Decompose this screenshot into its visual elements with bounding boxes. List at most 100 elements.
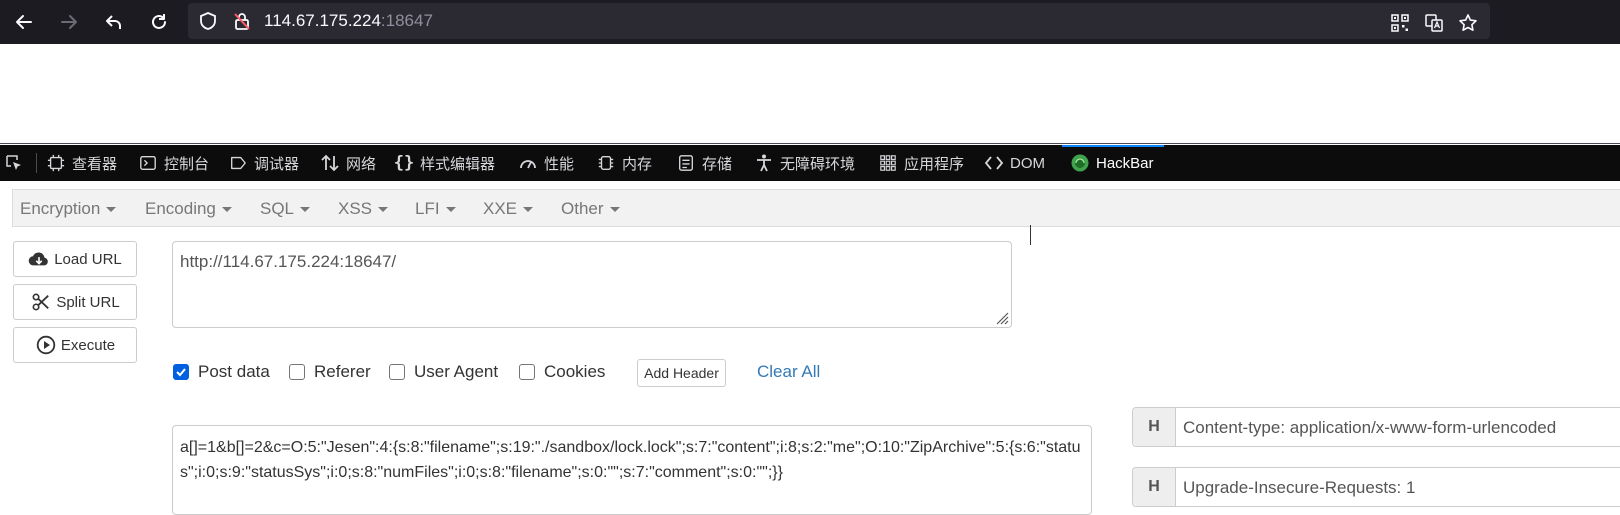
- cloud-download-icon: [28, 249, 50, 269]
- undo-icon: [106, 15, 121, 29]
- checkbox-checked[interactable]: [173, 364, 189, 380]
- hackbar-menu: Encryption Encoding SQL XSS LFI XXE Othe…: [12, 189, 1620, 227]
- arrow-left-icon: [16, 15, 32, 29]
- url-host: 114.67.175.224: [264, 11, 381, 30]
- dom-icon: [984, 153, 1004, 173]
- menu-sql[interactable]: SQL: [260, 199, 311, 219]
- console-icon: [138, 153, 158, 173]
- tab-storage[interactable]: 存储: [676, 145, 732, 181]
- bookmark-star-icon[interactable]: [1456, 11, 1480, 35]
- inspector-icon: [46, 153, 66, 173]
- memory-icon: [596, 153, 616, 173]
- menu-xss[interactable]: XSS: [338, 199, 389, 219]
- checkbox-label: Post data: [198, 362, 270, 381]
- button-label: Execute: [60, 336, 116, 354]
- caret-down-icon: [378, 207, 389, 213]
- user-agent-checkbox[interactable]: User Agent: [389, 362, 498, 382]
- url-text[interactable]: 114.67.175.224:18647: [264, 11, 433, 31]
- tab-label: 控制台: [164, 155, 210, 173]
- checkbox-unchecked[interactable]: [289, 364, 305, 380]
- checkbox-unchecked[interactable]: [389, 364, 405, 380]
- tab-performance[interactable]: 性能: [518, 145, 574, 181]
- element-picker-button[interactable]: [4, 145, 30, 181]
- post-data-checkbox[interactable]: Post data: [173, 362, 270, 382]
- tab-dom[interactable]: DOM: [984, 145, 1045, 181]
- post-data-value: a[]=1&b[]=2&c=O:5:"Jesen":4:{s:8:"filena…: [180, 439, 1081, 481]
- split-url-button[interactable]: Split URL: [13, 284, 137, 320]
- performance-icon: [518, 153, 538, 173]
- caret-down-icon: [445, 207, 456, 213]
- menu-label: Encoding: [145, 199, 216, 218]
- tab-label: 存储: [702, 155, 733, 173]
- checkbox-label: User Agent: [414, 362, 499, 381]
- execute-button[interactable]: Execute: [13, 327, 137, 363]
- checkbox-unchecked[interactable]: [519, 364, 535, 380]
- referer-checkbox[interactable]: Referer: [289, 362, 371, 382]
- menu-lfi[interactable]: LFI: [415, 199, 456, 219]
- checkmark-icon: [176, 368, 186, 377]
- caret-down-icon: [106, 207, 117, 213]
- tab-accessibility[interactable]: 无障碍环境: [754, 145, 855, 181]
- load-url-button[interactable]: Load URL: [13, 241, 137, 277]
- caret-down-icon: [609, 207, 620, 213]
- resize-grip-icon[interactable]: [993, 309, 1009, 325]
- tab-style-editor[interactable]: {} 样式编辑器: [394, 145, 495, 181]
- reload-button[interactable]: [145, 8, 173, 36]
- url-input[interactable]: http://114.67.175.224:18647/: [172, 241, 1012, 328]
- tab-label: DOM: [1010, 154, 1045, 172]
- shield-icon[interactable]: [198, 11, 218, 31]
- tab-debugger[interactable]: 调试器: [228, 145, 299, 181]
- cookies-checkbox[interactable]: Cookies: [519, 362, 605, 382]
- header-row[interactable]: H Upgrade-Insecure-Requests: 1: [1132, 467, 1620, 507]
- hackbar-icon: [1070, 153, 1090, 173]
- tab-label: 无障碍环境: [780, 155, 856, 173]
- tab-network[interactable]: 网络: [320, 145, 376, 181]
- back-button[interactable]: [10, 8, 38, 36]
- menu-label: SQL: [260, 199, 295, 218]
- play-circle-icon: [35, 335, 57, 355]
- header-value[interactable]: Upgrade-Insecure-Requests: 1: [1183, 478, 1415, 498]
- header-type-button[interactable]: H: [1133, 408, 1176, 446]
- page-content: [0, 44, 1620, 144]
- header-row[interactable]: H Content-type: application/x-www-form-u…: [1132, 407, 1620, 447]
- tab-label: 性能: [544, 155, 575, 173]
- url-port: :18647: [380, 11, 433, 30]
- menu-label: LFI: [415, 199, 440, 218]
- menu-encryption[interactable]: Encryption: [20, 199, 117, 219]
- button-label: Load URL: [54, 250, 122, 268]
- network-icon: [320, 153, 340, 173]
- tab-memory[interactable]: 内存: [596, 145, 652, 181]
- link-label: Clear All: [757, 362, 821, 381]
- caret-down-icon: [300, 207, 311, 213]
- menu-encoding[interactable]: Encoding: [145, 199, 232, 219]
- tab-label: 应用程序: [904, 155, 965, 173]
- header-type-button[interactable]: H: [1133, 468, 1176, 506]
- insecure-lock-icon[interactable]: [232, 11, 252, 31]
- header-value[interactable]: Content-type: application/x-www-form-url…: [1183, 418, 1556, 438]
- add-header-button[interactable]: Add Header: [637, 359, 726, 387]
- storage-icon: [676, 153, 696, 173]
- button-label: Add Header: [644, 365, 719, 381]
- menu-other[interactable]: Other: [561, 199, 620, 219]
- tab-label: 样式编辑器: [420, 155, 496, 173]
- tab-separator: [36, 153, 37, 173]
- style-editor-icon: {}: [393, 153, 415, 173]
- undo-button[interactable]: [100, 8, 128, 36]
- checkbox-label: Referer: [314, 362, 371, 381]
- tab-inspector[interactable]: 查看器: [46, 145, 117, 181]
- tab-console[interactable]: 控制台: [138, 145, 209, 181]
- tab-label: 查看器: [72, 155, 118, 173]
- tab-application[interactable]: 应用程序: [878, 145, 964, 181]
- checkbox-label: Cookies: [544, 362, 606, 381]
- tab-label: 网络: [346, 155, 377, 173]
- address-bar[interactable]: 114.67.175.224:18647: [188, 3, 1490, 39]
- tab-hackbar[interactable]: HackBar: [1062, 145, 1164, 181]
- forward-button[interactable]: [55, 8, 83, 36]
- tab-label: HackBar: [1096, 154, 1154, 172]
- clear-all-link[interactable]: Clear All: [757, 362, 820, 382]
- translate-icon[interactable]: [1422, 11, 1446, 35]
- post-data-input[interactable]: a[]=1&b[]=2&c=O:5:"Jesen":4:{s:8:"filena…: [172, 425, 1092, 515]
- menu-xxe[interactable]: XXE: [483, 199, 534, 219]
- debugger-icon: [228, 153, 248, 173]
- qr-code-icon[interactable]: [1388, 11, 1412, 35]
